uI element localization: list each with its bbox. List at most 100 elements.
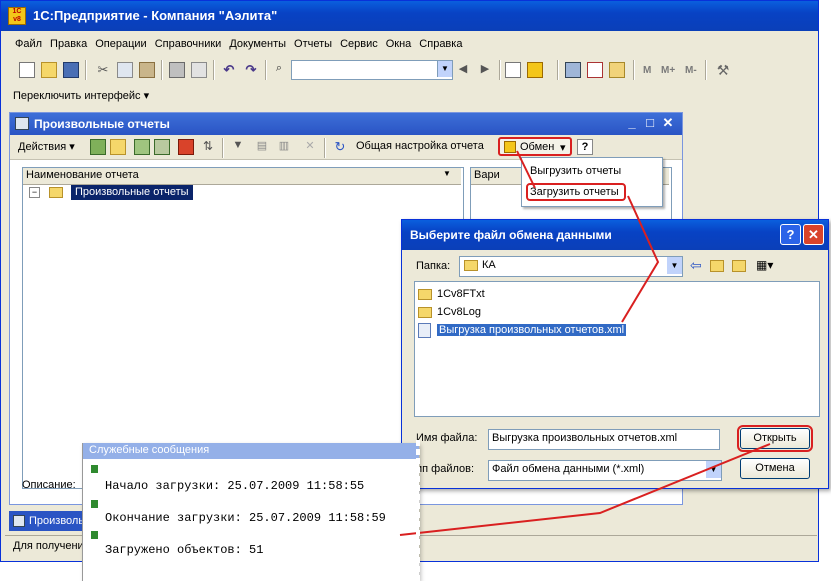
folder-value: КА: [482, 259, 496, 271]
find-icon[interactable]: ⌕: [271, 62, 287, 78]
calculator-icon[interactable]: [609, 62, 625, 78]
messages-title: Служебные сообщения: [89, 444, 210, 456]
move-icon[interactable]: ⇅: [200, 139, 216, 155]
column-header-label: Наименование отчета: [26, 169, 139, 181]
menu-service[interactable]: Сервис: [340, 34, 378, 54]
main-titlebar: 1С v8 1С:Предприятие - Компания "Аэлита": [1, 1, 818, 31]
import-reports-item[interactable]: Загрузить отчеты: [526, 183, 626, 201]
print-preview-icon[interactable]: [191, 62, 207, 78]
memory-button[interactable]: M: [643, 65, 651, 76]
close-icon[interactable]: ✕: [803, 224, 824, 245]
memory-minus-button[interactable]: M-: [685, 65, 697, 76]
file-list[interactable]: 1Cv8FTxt 1Cv8Log Выгрузка произвольных о…: [414, 281, 820, 417]
help-button[interactable]: ?: [577, 139, 593, 155]
info-icon: [91, 531, 98, 539]
cut-icon[interactable]: ✂: [95, 62, 111, 78]
back-icon[interactable]: ⇦: [690, 257, 702, 274]
tools-icon[interactable]: ⚒: [715, 62, 731, 78]
folder-select[interactable]: КА ▼: [459, 256, 683, 277]
open-folder-icon[interactable]: [41, 62, 57, 78]
find-next-icon[interactable]: ▶: [477, 62, 493, 78]
xml-file-icon: [418, 323, 431, 338]
table-icon[interactable]: [565, 62, 581, 78]
print-icon[interactable]: [169, 62, 185, 78]
actions-menu[interactable]: Действия ▾: [18, 140, 75, 153]
redo-icon[interactable]: ↷: [243, 62, 259, 78]
export-reports-item[interactable]: Выгрузить отчеты: [530, 165, 621, 177]
standard-toolbar: ✂ ↶ ↷ ⌕ ▼ ◀ ▶ M M+ M- ⚒: [5, 57, 815, 83]
report-icon: [13, 515, 25, 527]
file-name: 1Cv8Log: [437, 306, 482, 318]
exchange-icon: [504, 141, 516, 153]
message-line: Окончание загрузки: 25.07.2009 11:58:59: [105, 511, 386, 525]
menu-edit[interactable]: Правка: [50, 34, 87, 54]
window-tab-label: Произвольн: [29, 515, 91, 527]
save-icon[interactable]: [63, 62, 79, 78]
menu-file[interactable]: Файл: [15, 34, 42, 54]
folder-label: Папка:: [416, 260, 451, 272]
description-label: Описание:: [22, 479, 76, 491]
close-icon[interactable]: ✕: [660, 115, 676, 131]
switch-interface-button[interactable]: Переключить интерфейс ▾: [13, 89, 149, 102]
new-document-icon[interactable]: [19, 62, 35, 78]
menu-bar: Файл Правка Операции Справочники Документы От…: [5, 34, 815, 54]
exchange-label: Обмен: [520, 141, 555, 153]
sort-arrow-icon[interactable]: ▼: [443, 169, 451, 178]
clear-filter-icon[interactable]: ✕: [302, 139, 318, 155]
filter-history-icon[interactable]: ▥: [276, 139, 292, 155]
calendar-icon[interactable]: [587, 62, 603, 78]
copy-icon[interactable]: [117, 62, 133, 78]
cancel-button[interactable]: Отмена: [740, 458, 810, 479]
dialog-title: Выберите файл обмена данными: [410, 228, 612, 242]
delete-icon[interactable]: [178, 139, 194, 155]
chevron-down-icon[interactable]: ▼: [667, 257, 682, 274]
add-icon[interactable]: [90, 139, 106, 155]
search-combo[interactable]: ▼: [291, 60, 453, 80]
find-previous-icon[interactable]: ◀: [455, 62, 471, 78]
import-reports-label: Загрузить отчеты: [530, 186, 619, 198]
minimize-icon[interactable]: _: [624, 115, 640, 131]
filetype-value: Файл обмена данными (*.xml): [492, 463, 645, 475]
paste-icon[interactable]: [139, 62, 155, 78]
filetype-select[interactable]: Файл обмена данными (*.xml) ▼: [488, 460, 722, 481]
dialog-titlebar: Выберите файл обмена данными ? ✕: [402, 220, 828, 250]
tree-root-item[interactable]: Произвольные отчеты: [71, 185, 193, 200]
menu-help[interactable]: Справка: [419, 34, 462, 54]
file-name: 1Cv8FTxt: [437, 288, 485, 300]
view-menu-icon[interactable]: ▦▾: [756, 258, 773, 272]
maximize-icon[interactable]: □: [642, 115, 658, 131]
menu-catalogs[interactable]: Справочники: [155, 34, 222, 54]
file-open-dialog: Выберите файл обмена данными ? ✕ Папка: …: [401, 219, 829, 489]
open-button[interactable]: Открыть: [737, 425, 813, 452]
menu-windows[interactable]: Окна: [386, 34, 412, 54]
1c-dropdown-icon[interactable]: [527, 62, 543, 78]
info-icon: [91, 465, 98, 473]
exchange-menu-button[interactable]: Обмен ▾: [498, 137, 572, 156]
undo-icon[interactable]: ↶: [221, 62, 237, 78]
copy-item-icon[interactable]: [134, 139, 150, 155]
menu-documents[interactable]: Документы: [229, 34, 286, 54]
filename-input[interactable]: Выгрузка произвольных отчетов.xml: [488, 429, 720, 450]
memory-plus-button[interactable]: M+: [661, 65, 675, 76]
menu-reports[interactable]: Отчеты: [294, 34, 332, 54]
edit-icon[interactable]: [154, 139, 170, 155]
folder-icon: [418, 307, 432, 318]
message-line: Загружено объектов: 51: [105, 543, 264, 557]
refresh-icon[interactable]: ↻: [332, 139, 348, 155]
help-icon[interactable]: ?: [780, 224, 801, 245]
collapse-icon[interactable]: −: [29, 187, 40, 198]
messages-panel: Служебные сообщения Начало загрузки: 25.…: [82, 443, 419, 581]
general-settings-button[interactable]: Общая настройка отчета: [356, 140, 484, 152]
up-folder-icon[interactable]: [710, 260, 724, 272]
filter-icon[interactable]: ▼: [230, 139, 246, 155]
new-folder-icon[interactable]: [732, 260, 746, 272]
exchange-dropdown: Выгрузить отчеты Загрузить отчеты: [521, 157, 663, 207]
add-folder-icon[interactable]: [110, 139, 126, 155]
reports-tree[interactable]: Наименование отчета ▼ − Произвольные отч…: [22, 167, 464, 489]
menu-operations[interactable]: Операции: [95, 34, 146, 54]
column-header[interactable]: Наименование отчета ▼: [23, 168, 461, 185]
chevron-down-icon[interactable]: ▼: [437, 61, 452, 77]
window-icon[interactable]: [505, 62, 521, 78]
filter-list-icon[interactable]: ▤: [254, 139, 270, 155]
chevron-down-icon[interactable]: ▼: [706, 461, 721, 478]
